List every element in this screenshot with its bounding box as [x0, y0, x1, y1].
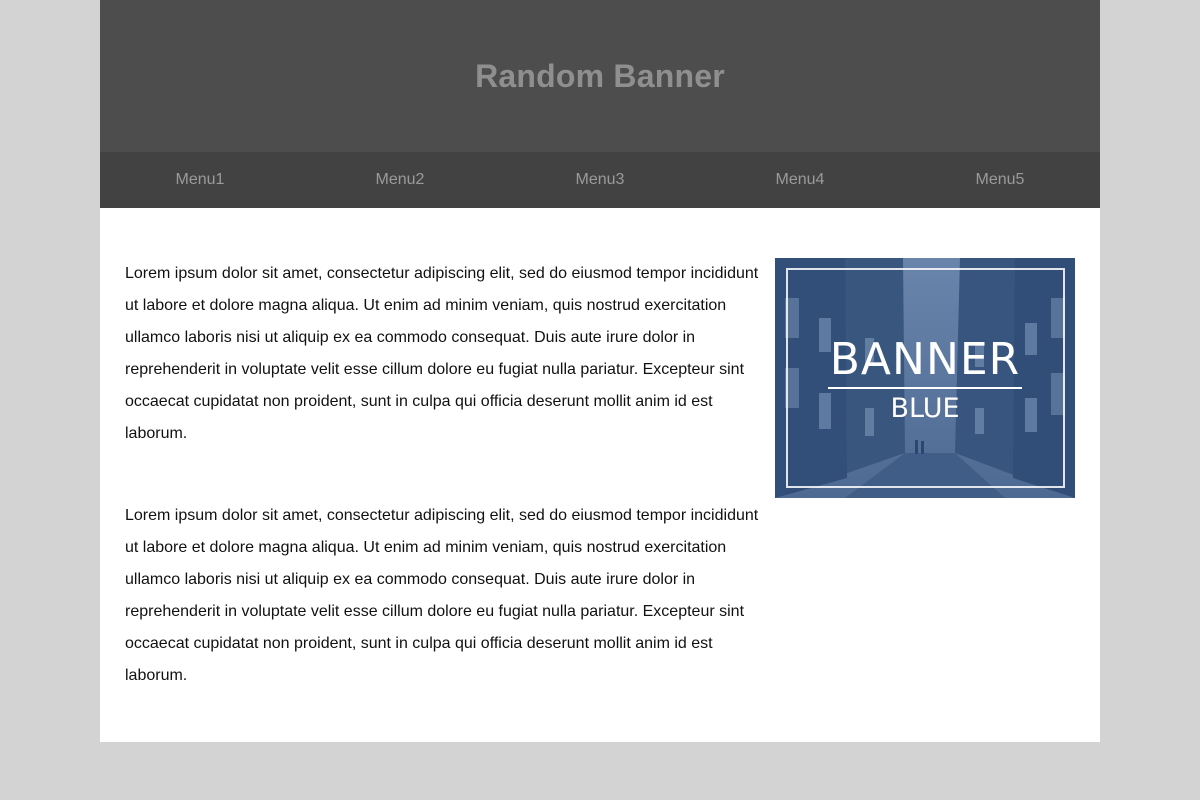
header-banner: Random Banner	[100, 0, 1100, 152]
paragraph-1: Lorem ipsum dolor sit amet, consectetur …	[125, 265, 759, 442]
banner-blue-ad-image[interactable]: BANNER BLUE	[775, 258, 1075, 498]
article-text: Lorem ipsum dolor sit amet, consectetur …	[125, 258, 765, 692]
main-nav: Menu1 Menu2 Menu3 Menu4 Menu5	[100, 152, 1100, 208]
banner-title: Random Banner	[475, 57, 725, 94]
main-content: Lorem ipsum dolor sit amet, consectetur …	[100, 208, 1100, 692]
nav-item-menu3[interactable]: Menu3	[500, 152, 700, 208]
nav-item-menu1[interactable]: Menu1	[100, 152, 300, 208]
nav-item-menu5[interactable]: Menu5	[900, 152, 1100, 208]
ad-main-word: BANNER	[829, 334, 1021, 385]
page-container: Random Banner Menu1 Menu2 Menu3 Menu4 Me…	[100, 0, 1100, 742]
nav-item-menu4[interactable]: Menu4	[700, 152, 900, 208]
ad-divider-line	[828, 387, 1022, 389]
ad-sub-word: BLUE	[890, 393, 960, 424]
paragraph-2: Lorem ipsum dolor sit amet, consectetur …	[125, 507, 759, 684]
nav-item-menu2[interactable]: Menu2	[300, 152, 500, 208]
